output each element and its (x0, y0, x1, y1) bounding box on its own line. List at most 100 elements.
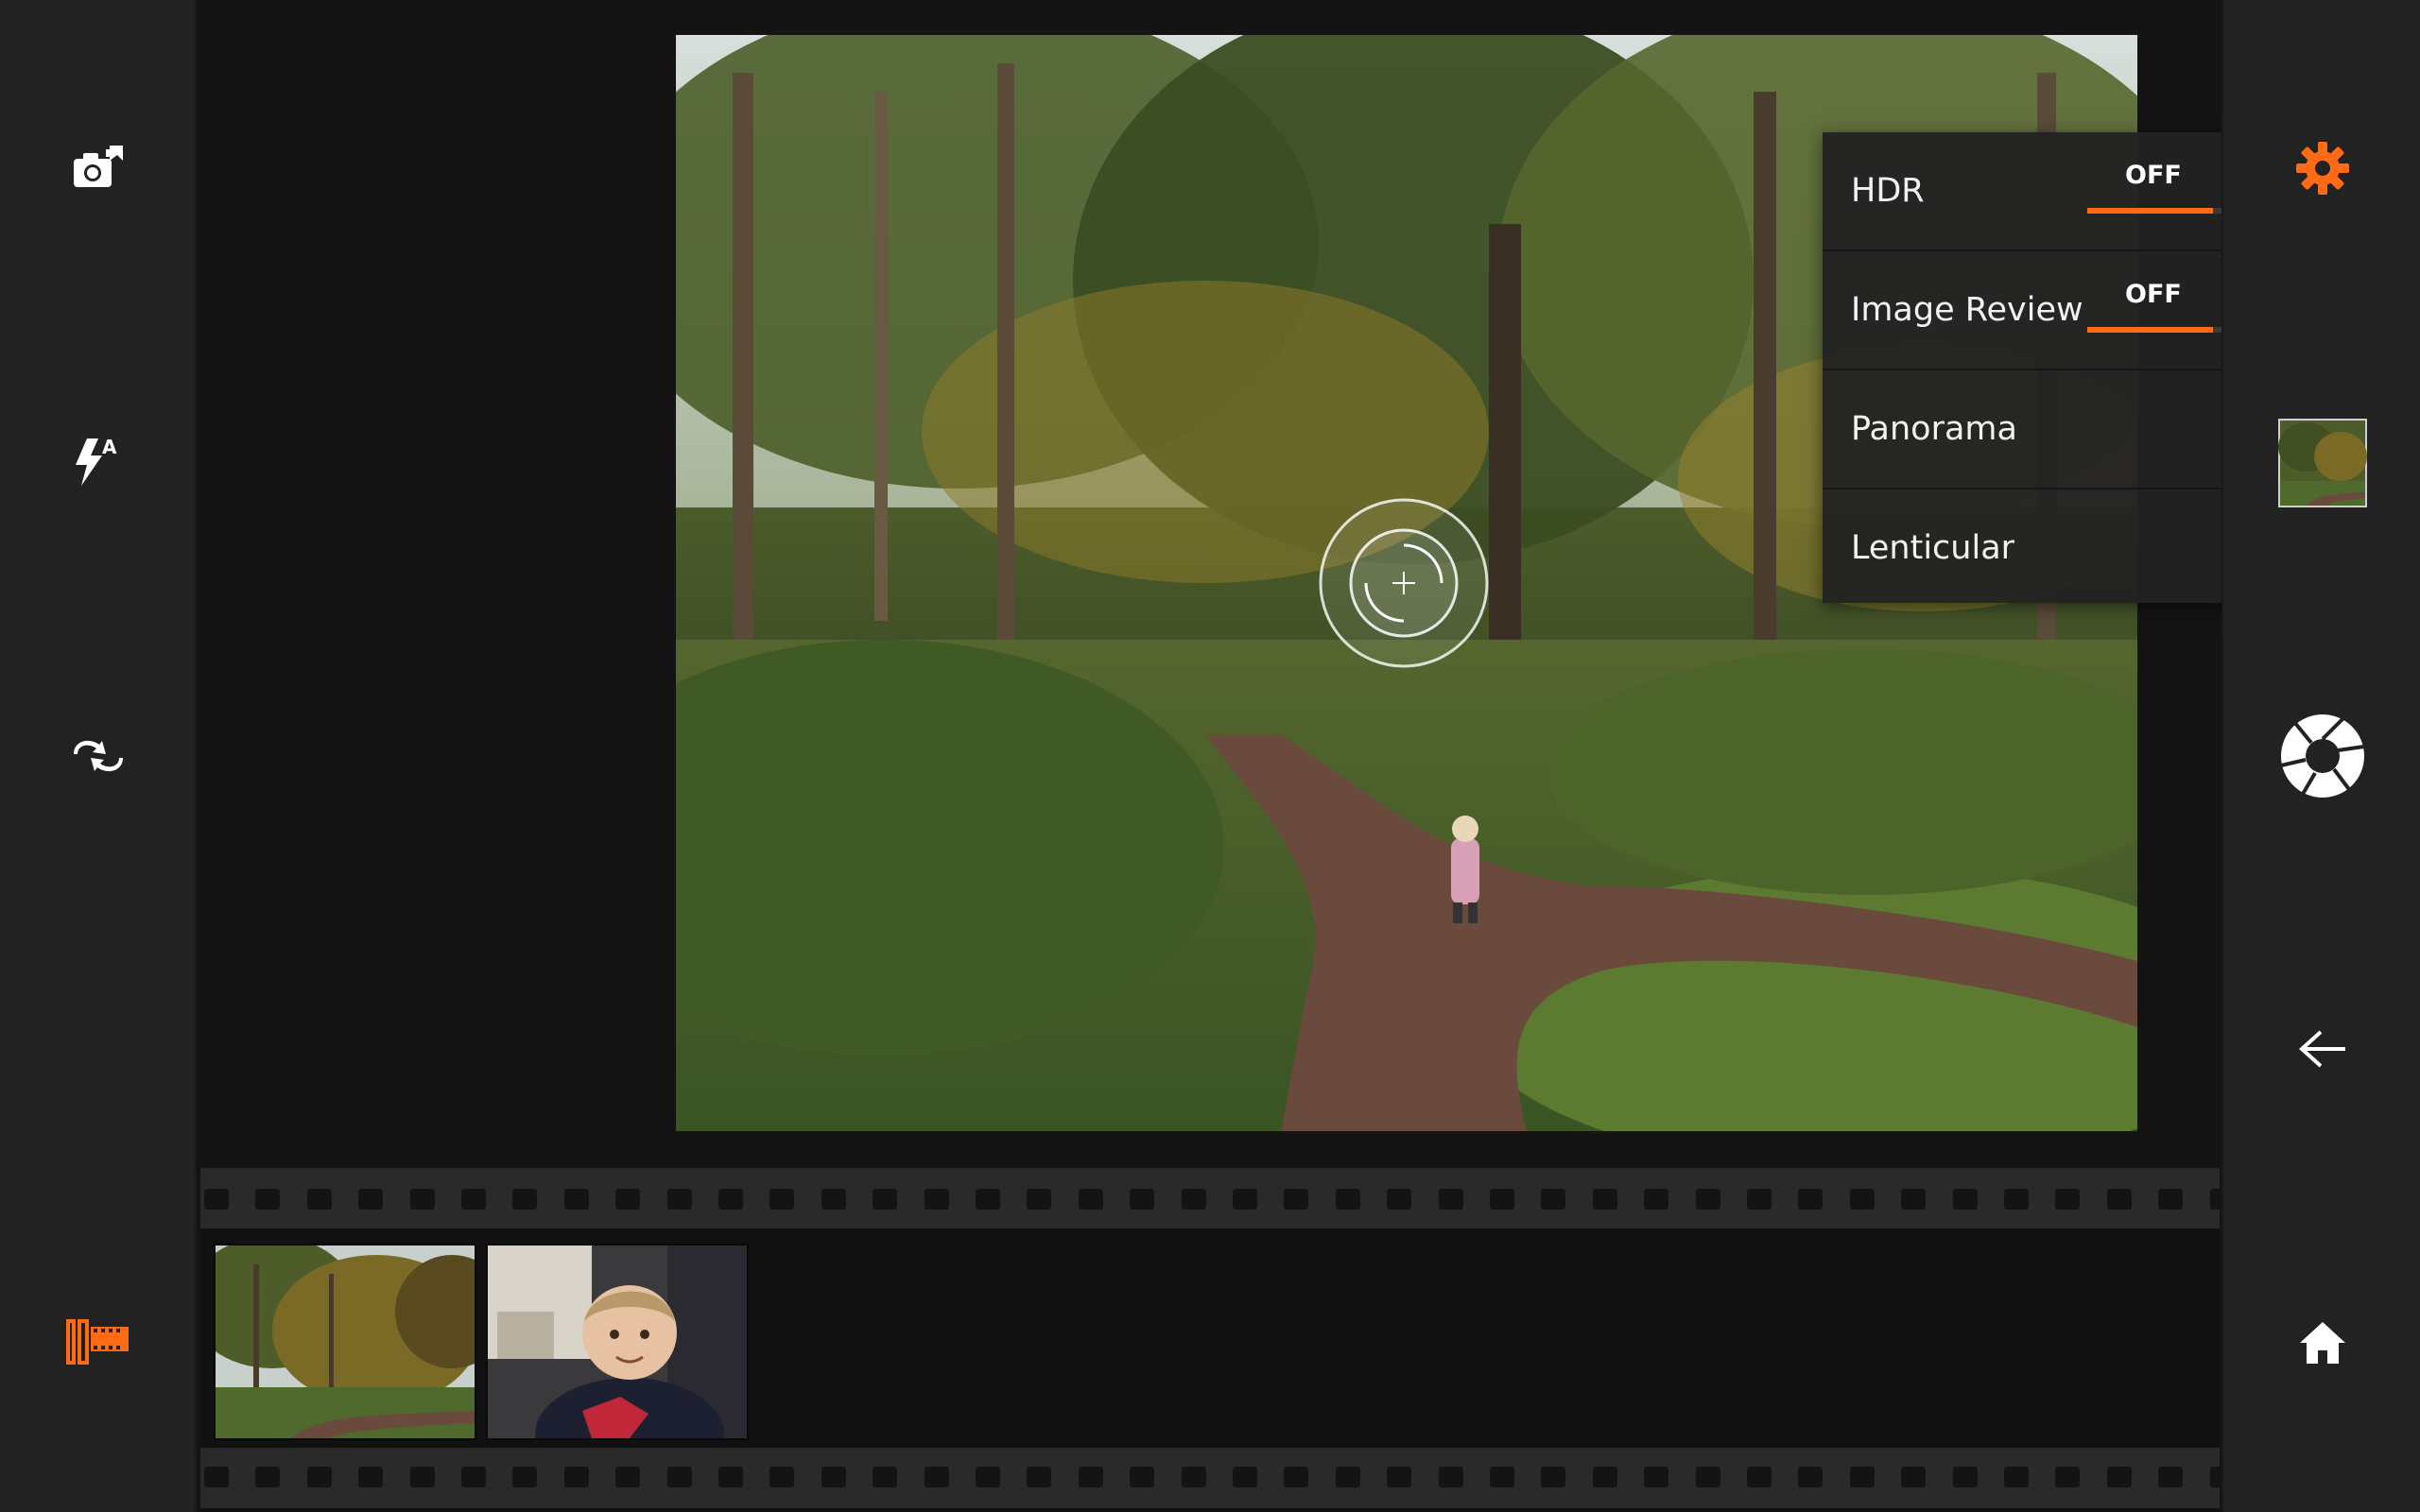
sprocket-hole (1078, 1467, 1103, 1487)
sprocket-hole (1181, 1189, 1206, 1210)
sprocket-hole (1747, 1467, 1772, 1487)
camera-switch-button[interactable] (42, 112, 155, 225)
sprocket-hole (2209, 1467, 2220, 1487)
sprocket-hole (718, 1467, 743, 1487)
focus-reticle[interactable] (1317, 496, 1491, 670)
swap-arrows-icon (74, 740, 123, 772)
sprocket-hole (1387, 1467, 1412, 1487)
sprocket-hole (306, 1467, 332, 1487)
sprocket-hole (204, 1467, 229, 1487)
sprocket-hole (1592, 1467, 1617, 1487)
sprocket-hole (2055, 1189, 2081, 1210)
sprocket-hole (718, 1189, 743, 1210)
filmstrip-sprocket-bottom (200, 1448, 2220, 1508)
sprocket-hole (306, 1189, 332, 1210)
sprocket-hole (924, 1467, 949, 1487)
hdr-state: OFF (2125, 161, 2182, 190)
sprocket-hole (666, 1189, 692, 1210)
camera-switch-icon (74, 146, 123, 187)
sprocket-hole (1130, 1189, 1155, 1210)
left-control-rail: A (0, 0, 197, 1512)
last-photo-thumbnail-button[interactable] (2266, 406, 2379, 520)
sprocket-hole (1284, 1467, 1309, 1487)
sprocket-hole (1438, 1467, 1463, 1487)
flash-auto-button[interactable]: A (42, 404, 155, 518)
sprocket-hole (1027, 1189, 1052, 1210)
sprocket-hole (1952, 1189, 1978, 1210)
sprocket-hole (2106, 1467, 2132, 1487)
sprocket-hole (1027, 1467, 1052, 1487)
sprocket-hole (924, 1189, 949, 1210)
sprocket-hole (821, 1467, 846, 1487)
sprocket-hole (976, 1189, 1000, 1210)
sprocket-hole (255, 1189, 281, 1210)
shutter-button[interactable] (2266, 699, 2379, 813)
sprocket-hole (1233, 1467, 1257, 1487)
filmstrip-thumbnail-child[interactable] (486, 1244, 749, 1440)
forest-path-photo (216, 1246, 475, 1438)
sprocket-hole (1644, 1189, 1669, 1210)
lenticular-label: Lenticular (1851, 529, 2015, 567)
sprocket-hole (2158, 1467, 2184, 1487)
sprocket-hole (1078, 1189, 1103, 1210)
sprocket-hole (204, 1189, 229, 1210)
sprocket-hole (512, 1467, 538, 1487)
sprocket-hole (1901, 1467, 1927, 1487)
sprocket-hole (821, 1189, 846, 1210)
right-control-rail (2221, 0, 2420, 1512)
sprocket-hole (563, 1189, 589, 1210)
sprocket-hole (1747, 1189, 1772, 1210)
sprocket-hole (461, 1467, 486, 1487)
sprocket-hole (1490, 1467, 1514, 1487)
sprocket-hole (563, 1467, 589, 1487)
sprocket-hole (1130, 1467, 1155, 1487)
sprocket-hole (461, 1189, 486, 1210)
image-review-state: OFF (2125, 280, 2182, 309)
flash-auto-icon: A (76, 436, 117, 486)
sprocket-hole (409, 1189, 435, 1210)
sprocket-hole (2158, 1189, 2184, 1210)
sprocket-hole (1490, 1189, 1514, 1210)
filmstrip (200, 1168, 2220, 1512)
sprocket-hole (2055, 1467, 2081, 1487)
sprocket-hole (1284, 1189, 1309, 1210)
sprocket-hole (666, 1467, 692, 1487)
sprocket-hole (358, 1467, 384, 1487)
hdr-label: HDR (1851, 172, 1925, 210)
sprocket-hole (1541, 1467, 1566, 1487)
sprocket-hole (1644, 1467, 1669, 1487)
sprocket-hole (1335, 1189, 1360, 1210)
sprocket-hole (1695, 1467, 1720, 1487)
sprocket-hole (255, 1467, 281, 1487)
filmstrip-sprocket-top (200, 1168, 2220, 1228)
sprocket-hole (1181, 1467, 1206, 1487)
filmstrip-toggle-button[interactable] (42, 1285, 155, 1399)
svg-text:A: A (102, 436, 117, 458)
sprocket-hole (1592, 1189, 1617, 1210)
back-arrow-icon (2299, 1030, 2345, 1068)
sprocket-hole (2004, 1467, 2029, 1487)
sprocket-hole (1798, 1189, 1824, 1210)
filmstrip-thumbnail-forest[interactable] (214, 1244, 476, 1440)
sprocket-hole (1695, 1189, 1720, 1210)
sprocket-hole (1798, 1467, 1824, 1487)
sprocket-hole (1387, 1189, 1412, 1210)
settings-button[interactable] (2266, 112, 2379, 225)
shutter-icon (2280, 714, 2365, 798)
swap-camera-button[interactable] (42, 699, 155, 813)
sprocket-hole (1438, 1189, 1463, 1210)
sprocket-hole (1233, 1189, 1257, 1210)
home-button[interactable] (2266, 1285, 2379, 1399)
sprocket-hole (615, 1467, 641, 1487)
sprocket-hole (358, 1189, 384, 1210)
panorama-label: Panorama (1851, 410, 2017, 448)
sprocket-hole (1335, 1467, 1360, 1487)
back-button[interactable] (2266, 992, 2379, 1106)
image-review-label: Image Review (1851, 291, 2083, 329)
sprocket-hole (615, 1189, 641, 1210)
sprocket-hole (409, 1467, 435, 1487)
sprocket-hole (1952, 1467, 1978, 1487)
sprocket-hole (2106, 1189, 2132, 1210)
sprocket-hole (1849, 1467, 1875, 1487)
sprocket-hole (769, 1189, 795, 1210)
